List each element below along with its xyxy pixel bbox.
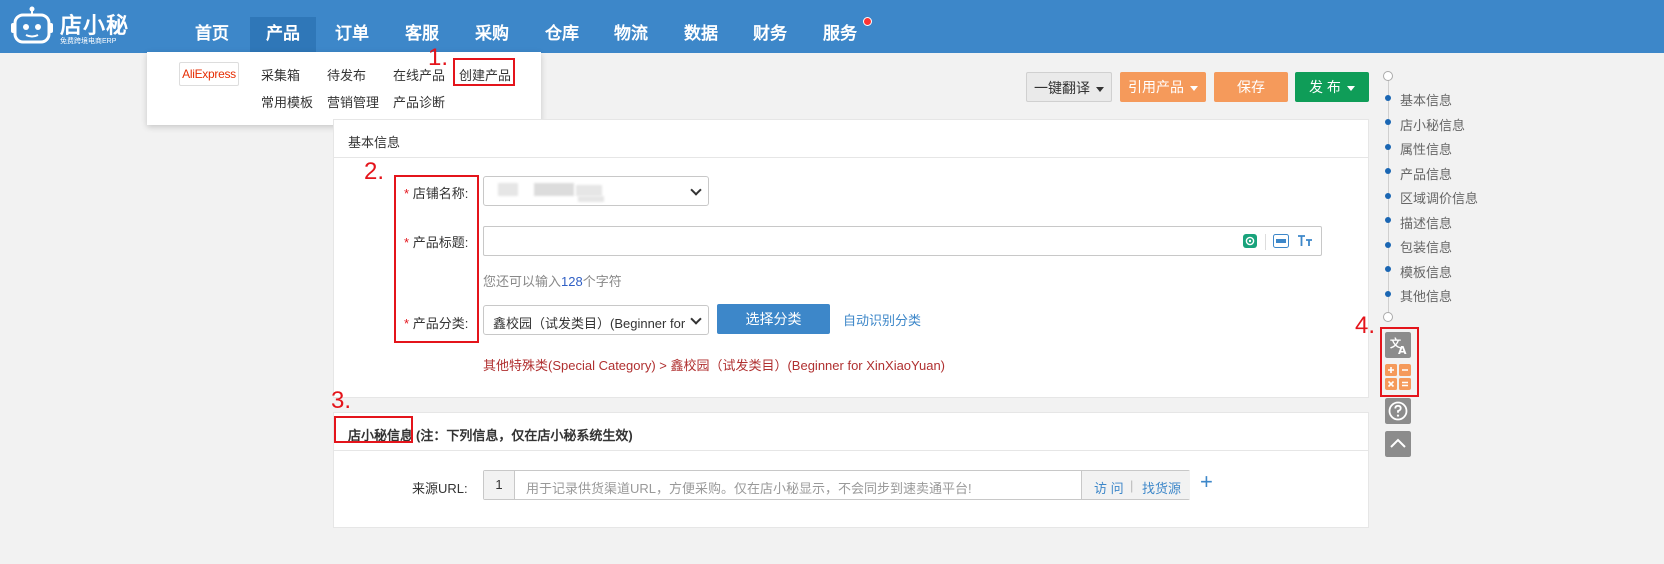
anchor-other-info[interactable]: 其他信息 <box>1400 286 1452 305</box>
robot-logo-icon <box>11 6 53 44</box>
source-url-label: 来源URL: <box>412 481 468 496</box>
panel-header: 店小秘信息 (注：下列信息，仅在店小秘系统生效) <box>334 413 1368 451</box>
anchor-description-info[interactable]: 描述信息 <box>1400 213 1452 232</box>
find-source-link[interactable]: 找货源 <box>1142 478 1181 497</box>
rail-start-circle <box>1383 71 1393 81</box>
nav-data[interactable]: 数据 <box>669 17 733 53</box>
save-button[interactable]: 保存 <box>1214 72 1288 102</box>
nav-home[interactable]: 首页 <box>180 17 244 53</box>
anchor-basic-info[interactable]: 基本信息 <box>1400 90 1452 109</box>
hint-prefix: 您还可以输入 <box>483 274 562 289</box>
menu-item-collection-box[interactable]: 采集箱 <box>261 65 300 84</box>
menu-item-pending-publish[interactable]: 待发布 <box>327 65 366 84</box>
anchor-attribute-info[interactable]: 属性信息 <box>1400 139 1452 158</box>
annotation-4: 4. <box>1355 312 1376 339</box>
nav-purchasing[interactable]: 采购 <box>460 17 524 53</box>
publish-label: 发 布 <box>1309 79 1341 95</box>
chevron-down-icon <box>690 313 702 325</box>
annotation-2: 2. <box>364 158 385 185</box>
auto-identify-category-link[interactable]: 自动识别分类 <box>843 310 921 329</box>
menu-item-marketing[interactable]: 营销管理 <box>327 92 379 111</box>
logo-subtitle: 免费跨境电商ERP <box>60 38 117 45</box>
product-category-select[interactable]: 鑫校园（试发类目）(Beginner for X <box>483 305 709 335</box>
one-click-translate-button[interactable]: 一键翻译 <box>1026 72 1112 102</box>
panel-title: 基本信息 <box>348 135 401 150</box>
source-url-input-group: 1 用于记录供货渠道URL，方便采购。仅在店小秘显示，不会同步到速卖通平台! 访… <box>483 470 1190 500</box>
source-url-input[interactable]: 用于记录供货渠道URL，方便采购。仅在店小秘显示，不会同步到速卖通平台! <box>526 478 972 497</box>
hint-suffix: 个字符 <box>582 274 622 289</box>
rail-end-circle <box>1383 312 1393 322</box>
translate-label: 一键翻译 <box>1034 80 1090 96</box>
anchor-dxm-info[interactable]: 店小秘信息 <box>1400 115 1465 134</box>
add-url-button[interactable]: + <box>1200 469 1213 495</box>
annotation-box-create-product <box>453 58 515 86</box>
nav-warehouse[interactable]: 仓库 <box>530 17 594 53</box>
caret-down-icon <box>1190 85 1198 91</box>
menu-item-product-diagnosis[interactable]: 产品诊断 <box>393 92 445 111</box>
visit-link[interactable]: 访 问 <box>1094 478 1124 497</box>
annotation-box-side-tools <box>1380 327 1419 397</box>
row-index: 1 <box>484 471 515 499</box>
select-category-button[interactable]: 选择分类 <box>717 304 830 334</box>
ai-assistant-icon[interactable] <box>1243 234 1257 248</box>
notification-dot <box>863 17 872 26</box>
aliexpress-platform-tag[interactable]: AliExpress <box>179 62 239 86</box>
app-logo[interactable]: 店小秘 免费跨境电商ERP <box>10 4 130 48</box>
caret-down-icon <box>1096 86 1104 92</box>
annotation-3: 3. <box>331 387 352 414</box>
cite-product-button[interactable]: 引用产品 <box>1120 72 1206 102</box>
chevron-down-icon <box>690 184 702 196</box>
anchor-product-info[interactable]: 产品信息 <box>1400 164 1452 183</box>
anchor-regional-pricing[interactable]: 区域调价信息 <box>1400 188 1478 207</box>
dxm-info-note: (注：下列信息，仅在店小秘系统生效) <box>416 428 633 443</box>
anchor-template-info[interactable]: 模板信息 <box>1400 262 1452 281</box>
nav-finance[interactable]: 财务 <box>738 17 802 53</box>
nav-products[interactable]: 产品 <box>250 17 316 53</box>
annotation-1: 1. <box>428 44 449 71</box>
help-icon[interactable] <box>1385 398 1411 424</box>
source-actions: 访 问 | 找货源 <box>1081 471 1190 499</box>
back-to-top-icon[interactable] <box>1385 431 1411 457</box>
menu-item-common-templates[interactable]: 常用模板 <box>261 92 313 111</box>
shop-name-select[interactable] <box>483 176 709 206</box>
remaining-char-count: 128 <box>561 274 583 289</box>
cite-label: 引用产品 <box>1128 79 1184 95</box>
nav-logistics[interactable]: 物流 <box>599 17 663 53</box>
title-char-hint: 您还可以输入128个字符 <box>483 271 622 290</box>
caret-down-icon <box>1346 85 1355 91</box>
link-divider: | <box>1130 478 1134 493</box>
spell-check-icon[interactable] <box>1273 234 1289 248</box>
text-size-icon[interactable] <box>1298 235 1313 247</box>
annotation-box-dxm-info <box>334 416 413 443</box>
category-path: 其他特殊类(Special Category) > 鑫校园（试发类目）(Begi… <box>483 358 946 373</box>
publish-button[interactable]: 发 布 <box>1295 72 1369 102</box>
product-title-input[interactable] <box>483 226 1322 256</box>
category-selected-value: 鑫校园（试发类目）(Beginner for X <box>493 316 685 331</box>
annotation-box-required-fields <box>394 175 479 343</box>
panel-header: 基本信息 <box>334 120 1368 158</box>
anchor-packaging-info[interactable]: 包装信息 <box>1400 237 1452 256</box>
nav-orders[interactable]: 订单 <box>320 17 384 53</box>
